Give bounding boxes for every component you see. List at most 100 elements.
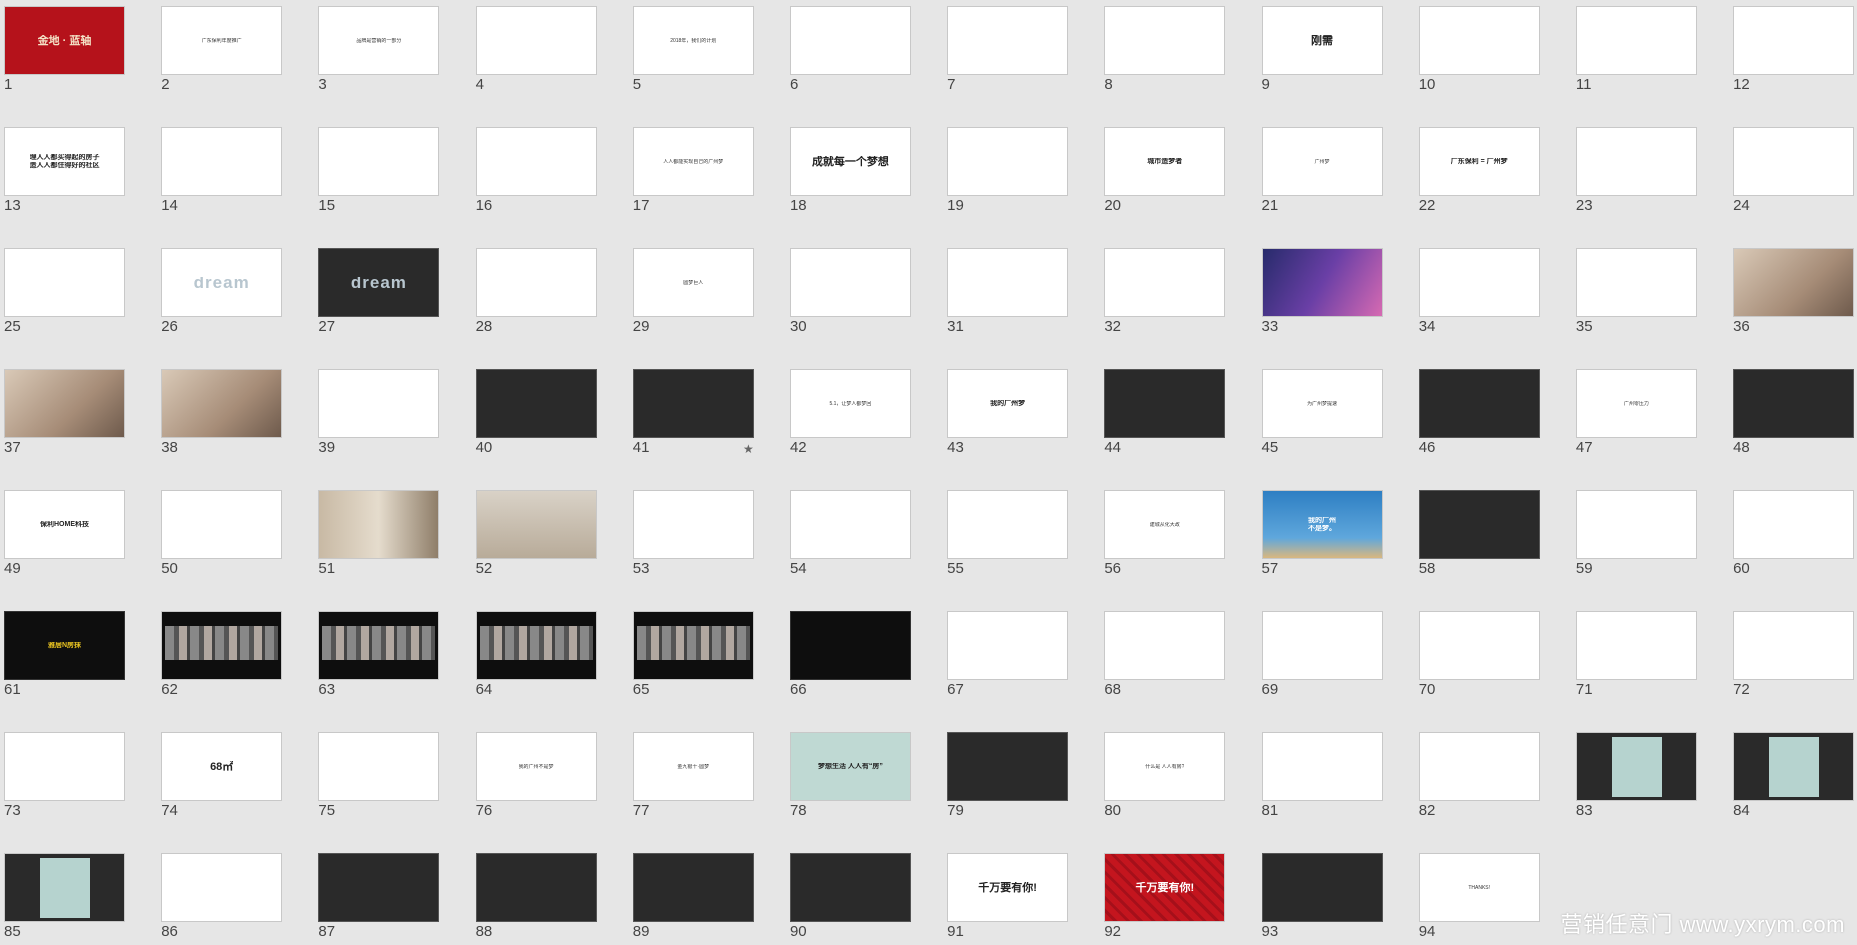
slide-thumbnail[interactable]: 71 — [1575, 611, 1697, 698]
slide-thumbnail[interactable]: 广州梦 21 — [1261, 127, 1383, 214]
slide-thumbnail[interactable]: 82 — [1418, 732, 1540, 819]
slide-thumbnail[interactable]: 75 — [318, 732, 440, 819]
slide-thumbnail[interactable]: 2018年，我们的计划 5 — [632, 6, 754, 93]
slide-thumbnail[interactable]: 金九银十·圆梦 77 — [632, 732, 754, 819]
slide-thumbnail[interactable]: 32 — [1104, 248, 1226, 335]
slide-thumbnail[interactable]: 刚需 9 — [1261, 6, 1383, 93]
slide-thumbnail[interactable]: 什么是 人人有房? 80 — [1104, 732, 1226, 819]
slide-preview: 千万要有你! — [1104, 853, 1226, 922]
slide-thumbnail[interactable]: 8 — [1104, 6, 1226, 93]
slide-thumbnail[interactable]: 38 — [161, 369, 283, 456]
slide-thumbnail[interactable]: 4 — [475, 6, 597, 93]
slide-thumbnail[interactable]: 72 — [1733, 611, 1855, 698]
slide-thumbnail[interactable]: 81 — [1261, 732, 1383, 819]
slide-thumbnail[interactable]: 千万要有你! 92 — [1104, 853, 1226, 940]
slide-number: 84 — [1733, 802, 1750, 819]
slide-thumbnail[interactable]: 品牌是营销的一部分 3 — [318, 6, 440, 93]
slide-preview-text: 保利HOME科技 — [40, 520, 89, 528]
slide-thumbnail[interactable]: 93 — [1261, 853, 1383, 940]
slide-thumbnail[interactable]: 44 — [1104, 369, 1226, 456]
slide-thumbnail[interactable]: 70 — [1418, 611, 1540, 698]
slide-thumbnail[interactable]: 我的广州梦 43 — [947, 369, 1069, 456]
slide-thumbnail[interactable]: 5.1，让梦人都梦回 42 — [789, 369, 911, 456]
slide-thumbnail[interactable]: 40 — [475, 369, 597, 456]
slide-thumbnail[interactable]: 41 ★ — [632, 369, 754, 456]
slide-number: 68 — [1104, 681, 1121, 698]
slide-thumbnail[interactable]: 36 — [1733, 248, 1855, 335]
slide-thumbnail[interactable]: dream 27 — [318, 248, 440, 335]
slide-thumbnail[interactable]: 城市造梦者 20 — [1104, 127, 1226, 214]
slide-thumbnail[interactable]: 83 — [1575, 732, 1697, 819]
slide-thumbnail[interactable]: 金地 · 蓝轴 1 — [4, 6, 125, 93]
slide-thumbnail[interactable]: 15 — [318, 127, 440, 214]
slide-thumbnail[interactable]: 梦想生活 人人有“房” 78 — [789, 732, 911, 819]
slide-thumbnail[interactable]: 35 — [1575, 248, 1697, 335]
slide-thumbnail[interactable]: 69 — [1261, 611, 1383, 698]
slide-thumbnail[interactable]: 84 — [1733, 732, 1855, 819]
slide-thumbnail[interactable]: 24 — [1733, 127, 1855, 214]
slide-thumbnail[interactable]: 千万要有你! 91 — [947, 853, 1069, 940]
slide-thumbnail[interactable]: 50 — [161, 490, 283, 577]
slide-thumbnail[interactable]: 广州零压力 47 — [1575, 369, 1697, 456]
slide-thumbnail[interactable]: 68㎡ 74 — [161, 732, 283, 819]
slide-thumbnail[interactable]: 68 — [1104, 611, 1226, 698]
slide-thumbnail[interactable]: 48 — [1733, 369, 1855, 456]
slide-thumbnail[interactable]: 89 — [632, 853, 754, 940]
slide-thumbnail[interactable]: 60 — [1733, 490, 1855, 577]
slide-thumbnail[interactable]: 51 — [318, 490, 440, 577]
slide-thumbnail[interactable]: 34 — [1418, 248, 1540, 335]
slide-thumbnail[interactable]: 63 — [318, 611, 440, 698]
slide-thumbnail[interactable]: 46 — [1418, 369, 1540, 456]
slide-thumbnail[interactable]: 10 — [1418, 6, 1540, 93]
slide-thumbnail[interactable]: 理人人都买得起的房子 造人人都住得好的社区 13 — [4, 127, 125, 214]
slide-thumbnail[interactable]: 23 — [1575, 127, 1697, 214]
slide-thumbnail[interactable]: 58 — [1418, 490, 1540, 577]
slide-preview — [632, 611, 754, 680]
slide-thumbnail[interactable]: 28 — [475, 248, 597, 335]
slide-thumbnail[interactable]: 19 — [947, 127, 1069, 214]
slide-thumbnail[interactable]: 广东保利 = 广州梦 22 — [1418, 127, 1540, 214]
slide-thumbnail[interactable]: 33 — [1261, 248, 1383, 335]
slide-thumbnail[interactable]: 7 — [947, 6, 1069, 93]
slide-thumbnail[interactable]: 65 — [632, 611, 754, 698]
slide-thumbnail[interactable]: 建城从化大政 56 — [1104, 490, 1226, 577]
slide-thumbnail[interactable]: 66 — [789, 611, 911, 698]
slide-thumbnail[interactable]: 14 — [161, 127, 283, 214]
slide-thumbnail[interactable]: 37 — [4, 369, 125, 456]
slide-thumbnail[interactable]: dream 26 — [161, 248, 283, 335]
slide-thumbnail[interactable]: 64 — [475, 611, 597, 698]
slide-thumbnail[interactable]: 我的广州不是梦 76 — [475, 732, 597, 819]
slide-thumbnail[interactable]: 88 — [475, 853, 597, 940]
slide-thumbnail[interactable]: 保利HOME科技 49 — [4, 490, 125, 577]
slide-thumbnail[interactable]: 90 — [789, 853, 911, 940]
slide-thumbnail[interactable]: 30 — [789, 248, 911, 335]
slide-thumbnail[interactable]: 我的广州 不是梦。 57 — [1261, 490, 1383, 577]
slide-thumbnail[interactable]: 73 — [4, 732, 125, 819]
slide-preview — [947, 127, 1069, 196]
slide-thumbnail[interactable]: 12 — [1733, 6, 1855, 93]
slide-thumbnail[interactable]: 雅居N房抹 61 — [4, 611, 125, 698]
slide-thumbnail[interactable]: 16 — [475, 127, 597, 214]
slide-thumbnail[interactable]: 79 — [947, 732, 1069, 819]
slide-thumbnail[interactable]: 31 — [947, 248, 1069, 335]
slide-thumbnail[interactable]: 55 — [947, 490, 1069, 577]
slide-thumbnail[interactable]: 53 — [632, 490, 754, 577]
slide-thumbnail[interactable]: 52 — [475, 490, 597, 577]
slide-thumbnail[interactable]: 59 — [1575, 490, 1697, 577]
slide-thumbnail[interactable]: 67 — [947, 611, 1069, 698]
slide-thumbnail[interactable]: 为广州梦提速 45 — [1261, 369, 1383, 456]
slide-thumbnail[interactable]: 39 — [318, 369, 440, 456]
slide-thumbnail[interactable]: 人人都能实现自己的广州梦 17 — [632, 127, 754, 214]
slide-thumbnail[interactable]: 62 — [161, 611, 283, 698]
slide-thumbnail[interactable]: 87 — [318, 853, 440, 940]
slide-thumbnail[interactable]: 成就每一个梦想 18 — [789, 127, 911, 214]
slide-thumbnail[interactable]: 圆梦巨人 29 — [632, 248, 754, 335]
slide-thumbnail[interactable]: 54 — [789, 490, 911, 577]
slide-thumbnail[interactable]: 86 — [161, 853, 283, 940]
slide-thumbnail[interactable]: 广东保利年度推广 2 — [161, 6, 283, 93]
slide-thumbnail[interactable]: 25 — [4, 248, 125, 335]
slide-thumbnail[interactable]: 85 — [4, 853, 125, 940]
slide-thumbnail[interactable]: 6 — [789, 6, 911, 93]
slide-thumbnail[interactable]: THANKS! 94 — [1418, 853, 1540, 940]
slide-thumbnail[interactable]: 11 — [1575, 6, 1697, 93]
